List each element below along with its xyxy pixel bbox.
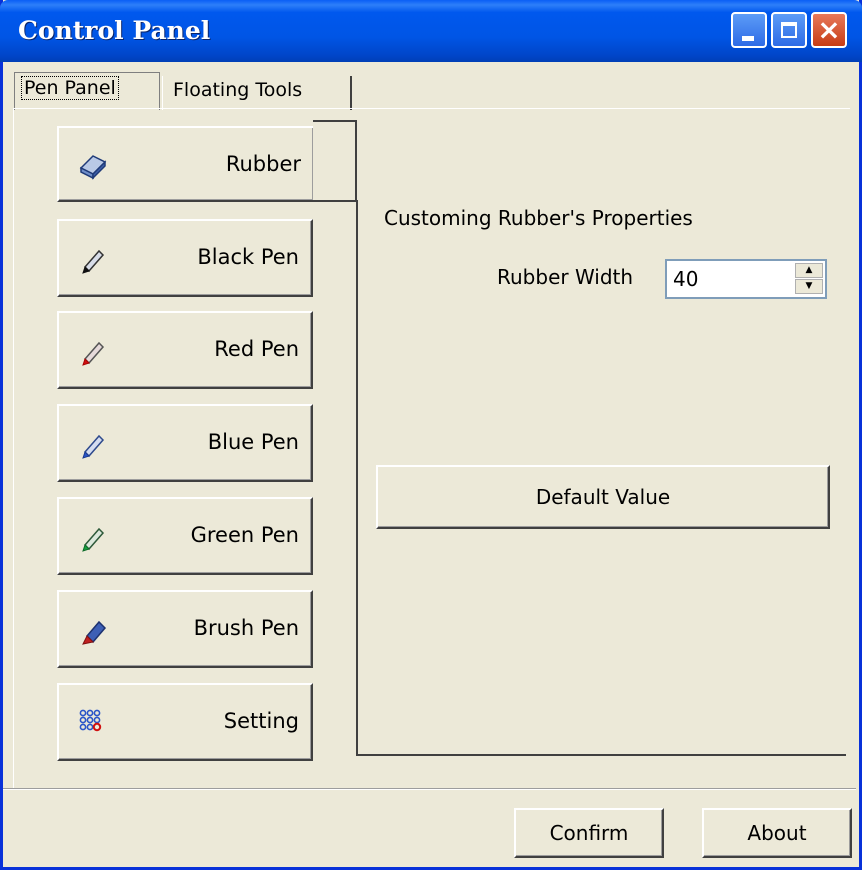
rubber-width-label: Rubber Width: [497, 265, 634, 289]
tab-pen-panel-label: Pen Panel: [21, 76, 119, 100]
close-button[interactable]: ×: [811, 12, 847, 48]
sidebar-item-rubber[interactable]: Rubber: [57, 126, 313, 202]
pencil-icon: [82, 527, 105, 552]
footer-separator: [3, 788, 856, 790]
confirm-button[interactable]: Confirm: [514, 808, 664, 858]
rubber-width-value[interactable]: 40: [673, 267, 698, 291]
sidebar-item-label: Blue Pen: [207, 430, 299, 454]
about-button[interactable]: About: [702, 808, 852, 858]
dots-grid-icon: [79, 709, 102, 732]
sidebar-item-label: Rubber: [225, 152, 301, 176]
rubber-width-spinner[interactable]: 40 ▲ ▼: [665, 259, 827, 299]
window-title: Control Panel: [18, 16, 211, 45]
panel-divider: [313, 120, 357, 122]
sidebar-item-setting[interactable]: Setting: [57, 683, 313, 761]
panel-divider: [355, 120, 357, 200]
maximize-button[interactable]: [771, 12, 807, 48]
sidebar-item-label: Red Pen: [214, 337, 299, 361]
sidebar-item-green-pen[interactable]: Green Pen: [57, 497, 313, 575]
spinner-down-button[interactable]: ▼: [795, 279, 823, 294]
sidebar-item-brush-pen[interactable]: Brush Pen: [57, 590, 313, 668]
pencil-icon: [82, 249, 105, 274]
properties-section-title: Customing Rubber's Properties: [384, 206, 693, 230]
panel-divider: [313, 200, 357, 202]
tab-pen-panel[interactable]: Pen Panel: [14, 72, 160, 110]
minimize-button[interactable]: [731, 12, 767, 48]
sidebar-item-red-pen[interactable]: Red Pen: [57, 311, 313, 389]
tab-floating-tools-label: Floating Tools: [173, 79, 303, 101]
close-icon: ×: [817, 13, 841, 46]
eraser-icon: [79, 155, 107, 180]
sidebar-item-black-pen[interactable]: Black Pen: [57, 219, 313, 297]
spinner-arrows: ▲ ▼: [795, 263, 823, 295]
marker-icon: [82, 620, 107, 645]
sidebar-item-label: Black Pen: [197, 245, 299, 269]
maximize-icon: [781, 22, 797, 38]
title-bar[interactable]: Control Panel ×: [0, 0, 862, 62]
minimize-icon: [742, 36, 754, 41]
pencil-icon: [82, 341, 105, 366]
spinner-up-button[interactable]: ▲: [795, 263, 823, 278]
sidebar-item-label: Green Pen: [190, 523, 299, 547]
sidebar-item-blue-pen[interactable]: Blue Pen: [57, 404, 313, 482]
tab-floating-tools[interactable]: Floating Tools: [162, 76, 352, 110]
pencil-icon: [82, 434, 105, 459]
sidebar-item-label: Setting: [223, 709, 299, 733]
sidebar-item-label: Brush Pen: [193, 616, 299, 640]
default-value-button[interactable]: Default Value: [376, 465, 830, 529]
